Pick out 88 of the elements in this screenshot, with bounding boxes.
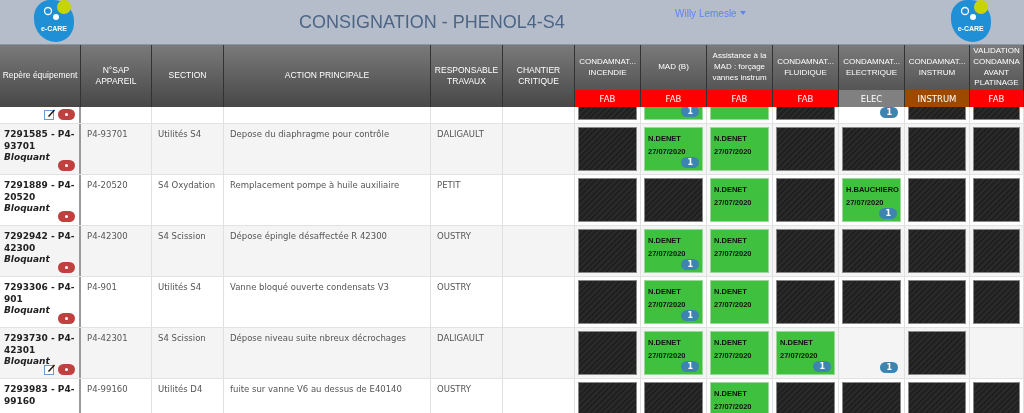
category-label: FAB [641, 90, 707, 107]
table-cell-text: P4-93701 [86, 129, 129, 139]
blocked-cell[interactable] [973, 382, 1020, 413]
count-badge: 1 [681, 259, 699, 270]
blocked-cell[interactable] [973, 127, 1020, 171]
table-cell-text: Dépose épingle désaffectée R 42300 [229, 231, 388, 241]
blocked-cell[interactable] [908, 229, 966, 273]
table-cell-text: OUSTRY [436, 231, 473, 241]
category-label: ELEC [839, 90, 905, 107]
table-cell-text: S4 Oxydation [157, 180, 217, 190]
blocked-cell[interactable] [776, 178, 835, 222]
blocked-cell[interactable] [908, 280, 966, 324]
blocked-cell[interactable] [578, 382, 637, 413]
category-label: FAB [773, 90, 839, 107]
blocked-cell[interactable] [908, 382, 966, 413]
pill-icon[interactable] [58, 160, 75, 171]
pill-icon[interactable] [58, 363, 75, 375]
table-cell-text: OUSTRY [436, 282, 473, 292]
blocked-cell[interactable] [842, 382, 901, 413]
pill-icon[interactable] [58, 262, 75, 273]
table-cell-text: P4-42300 [86, 231, 129, 241]
status-text: Bloquant [4, 152, 50, 165]
status-text: Bloquant [4, 356, 50, 369]
completed-cell[interactable]: 1 [644, 107, 703, 120]
blocked-cell[interactable] [776, 280, 835, 324]
blocked-cell[interactable] [908, 127, 966, 171]
status-text: Bloquant [4, 254, 50, 267]
page-title: CONSIGNATION - PHENOL4-S4 [299, 12, 566, 33]
count-badge: 1 [681, 361, 699, 372]
table-cell-text: P4-99160 [86, 384, 129, 394]
blocked-cell[interactable] [644, 382, 703, 413]
equipment-id: 7291889 - P4-20520 [4, 180, 75, 204]
category-label: FAB [707, 90, 773, 107]
equipment-id: 7293306 - P4-901 [4, 282, 75, 306]
count-badge: 1 [880, 107, 898, 118]
table-cell-text: P4-901 [86, 282, 118, 292]
blocked-cell[interactable] [644, 178, 703, 222]
equipment-id: 7293983 - P4-99160 [4, 384, 75, 408]
blocked-cell[interactable] [776, 382, 835, 413]
count-badge: 1 [681, 157, 699, 168]
category-label: INSTRUM [905, 90, 970, 107]
table-cell-text: S4 Scission [157, 333, 207, 343]
equipment-id: 7293730 - P4-42301 [4, 333, 75, 357]
blocked-cell[interactable] [578, 178, 637, 222]
count-badge: 1 [681, 310, 699, 321]
count-badge: 1 [879, 208, 897, 219]
table-cell-text: DALIGAULT [436, 333, 485, 343]
count-badge: 1 [813, 361, 831, 372]
blocked-cell[interactable] [908, 178, 966, 222]
blocked-cell[interactable] [842, 229, 901, 273]
blocked-cell[interactable] [776, 127, 835, 171]
count-badge: 1 [681, 107, 699, 117]
blocked-cell[interactable] [973, 280, 1020, 324]
table-cell-text: Vanne bloqué ouverte condensats V3 [229, 282, 390, 292]
table-cell-text: OUSTRY [436, 384, 473, 394]
equipment-id: 7291585 - P4-93701 [4, 129, 75, 153]
pill-icon[interactable] [58, 313, 75, 324]
blocked-cell[interactable] [578, 229, 637, 273]
table-cell-text: P4-20520 [86, 180, 129, 190]
table-cell-text: Utilités S4 [157, 129, 203, 139]
blocked-cell[interactable] [908, 331, 966, 375]
blocked-cell[interactable] [842, 280, 901, 324]
table-cell-text: Dépose niveau suite nbreux décrochages [229, 333, 408, 343]
table-cell-text: Utilités S4 [157, 282, 203, 292]
category-label: FAB [970, 90, 1024, 107]
equipment-id: 7292942 - P4-42300 [4, 231, 75, 255]
table-cell-text: Depose du diaphragme pour contrôle [229, 129, 391, 139]
table-cell-text: fuite sur vanne V6 au dessus de E40140 [229, 384, 403, 394]
status-text: Bloquant [4, 203, 50, 216]
blocked-cell[interactable] [578, 127, 637, 171]
blocked-cell[interactable] [578, 331, 637, 375]
blocked-cell[interactable] [578, 280, 637, 324]
blocked-cell[interactable] [973, 229, 1020, 273]
table-cell-text: Utilités D4 [157, 384, 204, 394]
pill-icon[interactable] [58, 108, 75, 120]
table-cell-text: DALIGAULT [436, 129, 485, 139]
table-cell-text: P4-42301 [86, 333, 129, 343]
blocked-cell[interactable] [973, 178, 1020, 222]
blocked-cell[interactable] [842, 127, 901, 171]
count-badge: 1 [880, 362, 898, 373]
edit-icon[interactable] [44, 108, 56, 120]
table-cell-text: S4 Scission [157, 231, 207, 241]
category-label: FAB [575, 90, 641, 107]
status-text: Bloquant [4, 305, 50, 318]
table-cell-text: Remplacement pompe à huile auxiliaire [229, 180, 401, 190]
pill-icon[interactable] [58, 211, 75, 222]
table-cell-text: PETIT [436, 180, 462, 190]
blocked-cell[interactable] [776, 229, 835, 273]
